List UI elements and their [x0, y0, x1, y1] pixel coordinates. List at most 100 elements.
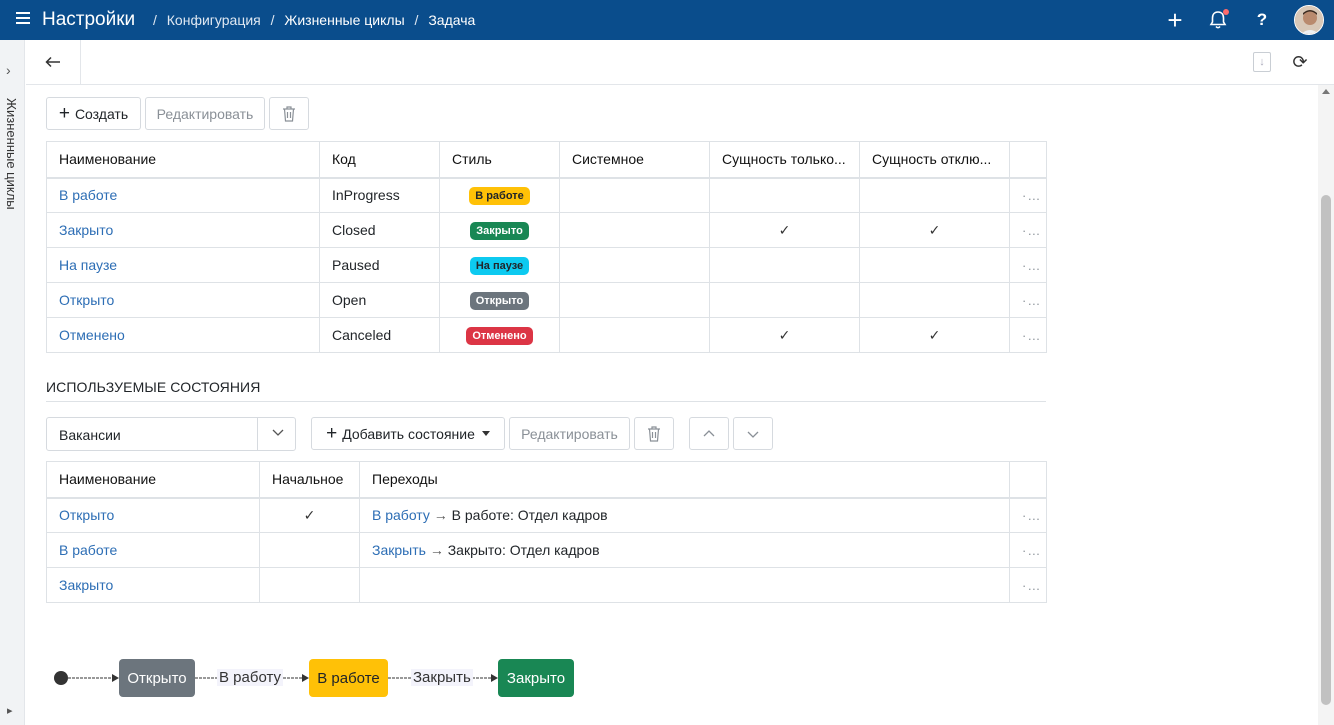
breadcrumb-lifecycles[interactable]: Жизненные циклы [284, 12, 404, 28]
app-title: Настройки [42, 9, 136, 30]
table-row[interactable]: На паузе Paused На паузе ··· [46, 247, 1047, 283]
state-name-link[interactable]: На паузе [46, 247, 320, 283]
initial-check [259, 567, 360, 603]
state-code: InProgress [319, 177, 440, 213]
sub-toolbar: ↓ ⟳ [26, 40, 1334, 85]
bell-icon[interactable] [1206, 8, 1230, 32]
lifecycle-diagram: Открыто В работу В работе Закрыть Закрыт… [0, 640, 700, 720]
edit-button[interactable]: Редактировать [145, 97, 265, 130]
state-name-link[interactable]: Отменено [46, 317, 320, 353]
scroll-up-icon[interactable] [1322, 89, 1330, 94]
state-name-link[interactable]: Открыто [46, 282, 320, 318]
breadcrumb-task: Задача [428, 12, 476, 28]
status-badge: В работе [469, 186, 530, 205]
used-states-table: Наименование Начальное Переходы Открыто ✓… [46, 461, 1047, 603]
readonly-check [709, 177, 860, 213]
transition-link[interactable]: В работу [372, 507, 430, 523]
flow-edge-label: В работу [217, 669, 283, 686]
rail-label[interactable]: Жизненные циклы [4, 98, 19, 210]
scrollbar-thumb[interactable] [1321, 195, 1331, 705]
column-header[interactable]: Наименование [46, 461, 260, 499]
create-button[interactable]: + Создать [46, 97, 141, 130]
column-header[interactable]: Начальное [259, 461, 360, 499]
refresh-icon[interactable]: ⟳ [1288, 50, 1312, 74]
flow-node-open[interactable]: Открыто [119, 659, 195, 697]
move-up-button[interactable] [689, 417, 729, 450]
add-state-button[interactable]: + Добавить состояние [311, 417, 505, 450]
breadcrumb-configuration[interactable]: Конфигурация [167, 12, 261, 28]
move-down-button[interactable] [733, 417, 773, 450]
column-header[interactable]: Наименование [46, 141, 320, 179]
column-header[interactable]: Системное [559, 141, 710, 179]
plus-icon[interactable]: + [1163, 7, 1187, 33]
table-row[interactable]: Закрыто ··· [46, 567, 1047, 603]
plus-icon: + [58, 102, 70, 124]
download-icon[interactable]: ↓ [1253, 52, 1271, 72]
side-rail: › Жизненные циклы ▸ [0, 40, 25, 725]
system-cell [559, 282, 710, 318]
back-arrow-icon[interactable] [26, 40, 81, 84]
help-icon[interactable]: ? [1250, 8, 1274, 32]
chevron-down-icon [747, 431, 759, 438]
table-row[interactable]: Открыто ✓ В работу → В работе: Отдел кадро… [46, 497, 1047, 533]
initial-check [259, 532, 360, 568]
flow-node-closed[interactable]: Закрыто [498, 659, 574, 697]
used-state-name-link[interactable]: Закрыто [46, 567, 260, 603]
arrow-right-icon: → [429, 542, 444, 558]
state-name-link[interactable]: Закрыто [46, 212, 320, 248]
status-badge: Отменено [466, 326, 533, 345]
row-more-icon[interactable]: ··· [1009, 177, 1047, 213]
flow-node-in-progress[interactable]: В работе [309, 659, 388, 697]
used-state-name-link[interactable]: Открыто [46, 497, 260, 533]
edit-state-button[interactable]: Редактировать [509, 417, 630, 450]
state-name-link[interactable]: В работе [46, 177, 320, 213]
table-row[interactable]: Отменено Canceled Отменено ✓ ✓ ··· [46, 317, 1047, 353]
table-header-row: Наименование Начальное Переходы [46, 461, 1047, 499]
row-more-icon[interactable]: ··· [1009, 317, 1047, 353]
delete-button[interactable] [269, 97, 309, 130]
menu-icon[interactable] [16, 12, 30, 24]
column-header[interactable]: Переходы [359, 461, 1010, 499]
transitions-cell [359, 567, 1010, 603]
lifecycle-select[interactable]: Вакансии [46, 417, 296, 451]
table-row[interactable]: Закрыто Closed Закрыто ✓ ✓ ··· [46, 212, 1047, 248]
row-more-icon[interactable]: ··· [1009, 247, 1047, 283]
column-header[interactable]: Стиль [439, 141, 560, 179]
initial-check: ✓ [259, 497, 360, 533]
vertical-scrollbar[interactable] [1318, 85, 1334, 725]
system-cell [559, 212, 710, 248]
avatar[interactable] [1294, 5, 1324, 35]
readonly-check: ✓ [709, 212, 860, 248]
disabled-check: ✓ [859, 317, 1010, 353]
delete-state-button[interactable] [634, 417, 674, 450]
caret-down-icon [481, 431, 490, 436]
row-more-icon[interactable]: ··· [1009, 212, 1047, 248]
row-more-icon[interactable]: ··· [1009, 282, 1047, 318]
row-more-icon[interactable]: ··· [1009, 497, 1047, 533]
transition-target: Закрыто: Отдел кадров [447, 542, 600, 558]
table-row[interactable]: В работе InProgress В работе ··· [46, 177, 1047, 213]
transition-target: В работе: Отдел кадров [451, 507, 608, 524]
disabled-check [859, 177, 1010, 213]
chevron-right-icon[interactable]: › [6, 62, 11, 78]
row-more-icon[interactable]: ··· [1009, 567, 1047, 603]
column-header[interactable]: Код [319, 141, 440, 179]
table-row[interactable]: В работе Закрыть → Закрыто: Отдел кадров ·… [46, 532, 1047, 568]
state-code: Open [319, 282, 440, 318]
state-code: Closed [319, 212, 440, 248]
column-header[interactable]: Сущность только... [709, 141, 860, 179]
transition-link[interactable]: Закрыть [372, 542, 426, 558]
column-header[interactable]: Сущность отклю... [859, 141, 1010, 179]
disabled-check: ✓ [859, 212, 1010, 248]
states-table: Наименование Код Стиль Системное Сущност… [46, 141, 1047, 353]
system-cell [559, 317, 710, 353]
readonly-check [709, 282, 860, 318]
transitions-cell: Закрыть → Закрыто: Отдел кадров [359, 532, 1010, 568]
state-code: Canceled [319, 317, 440, 353]
row-more-icon[interactable]: ··· [1009, 532, 1047, 568]
state-style-cell: На паузе [439, 247, 560, 283]
used-state-name-link[interactable]: В работе [46, 532, 260, 568]
system-cell [559, 247, 710, 283]
notification-dot [1223, 9, 1229, 15]
table-row[interactable]: Открыто Open Открыто ··· [46, 282, 1047, 318]
